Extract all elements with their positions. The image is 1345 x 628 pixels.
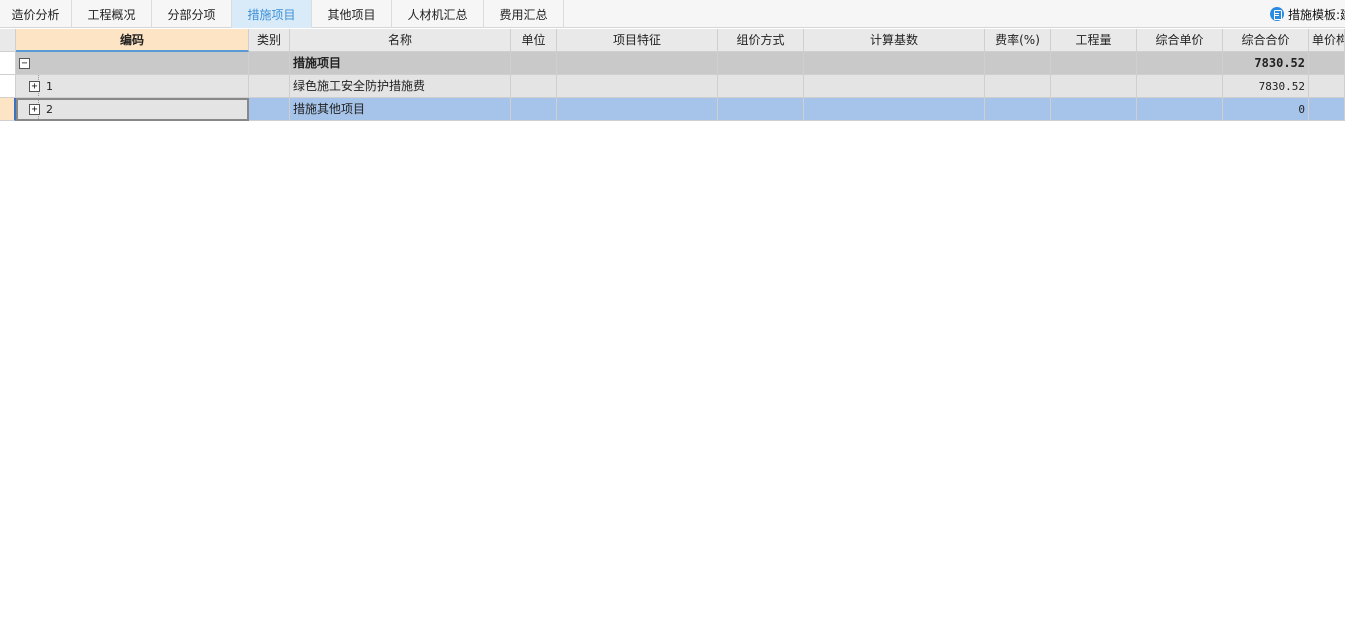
cell-feature[interactable] [557, 98, 718, 121]
cell-name[interactable]: 措施项目 [290, 52, 511, 75]
cell-code[interactable]: − [16, 52, 249, 75]
tab-measure-items[interactable]: 措施项目 [232, 0, 312, 28]
cell-total-price[interactable]: 7830.52 [1223, 52, 1309, 75]
tab-bar: 造价分析 工程概况 分部分项 措施项目 其他项目 人材机汇总 费用汇总 措施模板… [0, 0, 1345, 28]
col-header-rate[interactable]: 费率(%) [985, 29, 1051, 52]
cell-price-method[interactable] [718, 52, 804, 75]
collapse-icon[interactable]: − [19, 58, 30, 69]
cell-total-price[interactable]: 7830.52 [1223, 75, 1309, 98]
cell-quantity[interactable] [1051, 75, 1137, 98]
col-header-unit-price-composition[interactable]: 单价构成 [1309, 29, 1345, 52]
tab-labor-material-summary[interactable]: 人材机汇总 [392, 0, 484, 28]
cell-price-method[interactable] [718, 75, 804, 98]
cell-calc-base[interactable] [804, 98, 985, 121]
cell-calc-base[interactable] [804, 52, 985, 75]
cell-unit[interactable] [511, 52, 557, 75]
cell-calc-base[interactable] [804, 75, 985, 98]
cell-rate[interactable] [985, 52, 1051, 75]
col-header-name[interactable]: 名称 [290, 29, 511, 52]
cell-unit-price-composition[interactable] [1309, 98, 1345, 121]
cell-type[interactable] [249, 98, 290, 121]
cell-price-method[interactable] [718, 98, 804, 121]
cell-total-price[interactable]: 0 [1223, 98, 1309, 121]
cell-feature[interactable] [557, 75, 718, 98]
col-header-feature[interactable]: 项目特征 [557, 29, 718, 52]
col-header-total-price[interactable]: 综合合价 [1223, 29, 1309, 52]
cell-unit-price[interactable] [1137, 98, 1223, 121]
row-header[interactable] [0, 98, 16, 121]
cell-unit-price[interactable] [1137, 52, 1223, 75]
cell-unit-price-composition[interactable] [1309, 75, 1345, 98]
table-row[interactable]: + 1 绿色施工安全防护措施费 7830.52 [0, 75, 1345, 98]
template-icon [1270, 7, 1284, 21]
col-header-calc-base[interactable]: 计算基数 [804, 29, 985, 52]
col-header-unit-price[interactable]: 综合单价 [1137, 29, 1223, 52]
code-value: 1 [46, 80, 53, 93]
col-header-code[interactable]: 编码 [16, 29, 249, 52]
col-header-type[interactable]: 类别 [249, 29, 290, 52]
expand-icon[interactable]: + [29, 81, 40, 92]
cell-unit-price-composition[interactable] [1309, 52, 1345, 75]
cell-type[interactable] [249, 52, 290, 75]
row-header[interactable] [0, 52, 16, 75]
cell-name[interactable]: 措施其他项目 [290, 98, 511, 121]
tab-cost-summary[interactable]: 费用汇总 [484, 0, 564, 28]
measure-template-label: 措施模板:建 [1288, 7, 1345, 22]
cell-unit[interactable] [511, 98, 557, 121]
tab-other-items[interactable]: 其他项目 [312, 0, 392, 28]
cell-name[interactable]: 绿色施工安全防护措施费 [290, 75, 511, 98]
cell-unit[interactable] [511, 75, 557, 98]
measure-template-link[interactable]: 措施模板:建 [1270, 6, 1345, 22]
cell-type[interactable] [249, 75, 290, 98]
col-header-unit[interactable]: 单位 [511, 29, 557, 52]
cell-rate[interactable] [985, 98, 1051, 121]
table-row-selected[interactable]: + 2 措施其他项目 0 [0, 98, 1345, 121]
row-header-corner [0, 29, 16, 52]
tab-sub-items[interactable]: 分部分项 [152, 0, 232, 28]
col-header-quantity[interactable]: 工程量 [1051, 29, 1137, 52]
cell-feature[interactable] [557, 52, 718, 75]
cell-quantity[interactable] [1051, 52, 1137, 75]
cell-unit-price[interactable] [1137, 75, 1223, 98]
row-header[interactable] [0, 75, 16, 98]
cell-rate[interactable] [985, 75, 1051, 98]
grid-header-row: 编码 类别 名称 单位 项目特征 组价方式 计算基数 费率(%) 工程量 综合单… [0, 29, 1345, 52]
code-value: 2 [46, 103, 53, 116]
tab-cost-analysis[interactable]: 造价分析 [0, 0, 72, 28]
expand-icon[interactable]: + [29, 104, 40, 115]
cell-quantity[interactable] [1051, 98, 1137, 121]
tab-project-overview[interactable]: 工程概况 [72, 0, 152, 28]
col-header-price-method[interactable]: 组价方式 [718, 29, 804, 52]
cell-code[interactable]: + 2 [16, 98, 249, 121]
cell-code[interactable]: + 1 [16, 75, 249, 98]
table-row-group[interactable]: − 措施项目 7830.52 [0, 52, 1345, 75]
